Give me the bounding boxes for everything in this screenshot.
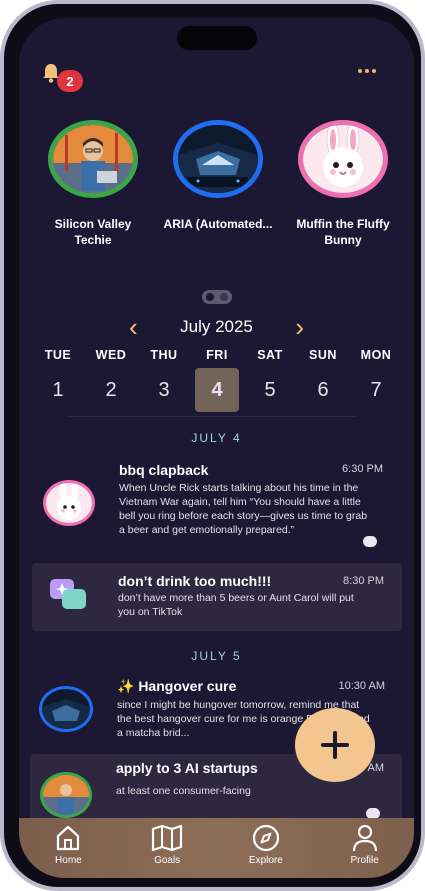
day-number: 6 <box>317 378 329 401</box>
day-name: SUN <box>309 348 337 362</box>
month-selector: ‹ July 2025 › <box>129 314 304 340</box>
bot-name: ARIA (Automated... <box>163 217 273 231</box>
notification-badge[interactable]: 2 <box>57 70 83 92</box>
chevron-left-icon[interactable]: ‹ <box>129 314 138 340</box>
app-screen: 2 Silicon Valley Techie ARIA (Automated.… <box>19 18 414 878</box>
bot-muffin[interactable]: Muffin the Fluffy Bunny <box>283 120 403 248</box>
day-sat[interactable]: SAT 5 <box>247 348 293 412</box>
bot-list: Silicon Valley Techie ARIA (Automated...… <box>33 120 403 248</box>
reminder-time: 8:30 PM <box>343 575 384 587</box>
home-icon <box>57 825 80 851</box>
day-number: 2 <box>105 378 117 401</box>
phone-bezel: 2 Silicon Valley Techie ARIA (Automated.… <box>4 4 421 887</box>
day-number: 4 <box>195 368 239 412</box>
chevron-right-icon[interactable]: › <box>295 314 304 340</box>
month-label: July 2025 <box>180 317 253 336</box>
day-name: TUE <box>44 348 72 362</box>
reminder-body: don’t have more than 5 beers or Aunt Car… <box>118 592 354 618</box>
reminder-item[interactable]: bbq clapback 6:30 PM When Uncle Rick sta… <box>33 456 401 556</box>
reminder-title: don’t drink too much!!! <box>118 573 272 589</box>
week-strip: TUE 1 WED 2 THU 3 FRI 4 SAT 5 SUN 6 MON 7 <box>35 348 399 412</box>
date-heading: JULY 5 <box>191 649 242 663</box>
day-number: 1 <box>52 378 64 401</box>
day-number: 3 <box>158 378 170 401</box>
add-button[interactable] <box>295 708 375 782</box>
bot-aria[interactable]: ARIA (Automated... <box>158 120 278 248</box>
nav-label: Explore <box>248 855 283 866</box>
day-mon[interactable]: MON 7 <box>353 348 399 412</box>
bunny-avatar <box>298 120 388 198</box>
date-heading: JULY 4 <box>191 431 242 445</box>
techie-avatar <box>48 120 138 198</box>
aria-avatar <box>39 686 93 732</box>
reminder-title: ✨ Hangover cure <box>117 678 237 694</box>
day-tue[interactable]: TUE 1 <box>35 348 81 412</box>
nav-label: Profile <box>350 855 379 866</box>
nav-explore[interactable]: Explore <box>231 818 301 878</box>
dynamic-island <box>177 26 257 50</box>
techie-avatar <box>40 772 92 818</box>
phone-frame: 2 Silicon Valley Techie ARIA (Automated.… <box>0 0 425 891</box>
person-icon <box>352 824 377 852</box>
nav-label: Home <box>55 855 82 866</box>
reminder-time: 10:30 AM <box>338 680 385 692</box>
chat-bubbles-icon <box>48 577 88 613</box>
reminder-body: at least one consumer-facing <box>116 785 251 797</box>
day-fri-selected[interactable]: FRI 4 <box>194 348 240 412</box>
nav-goals[interactable]: Goals <box>132 818 202 878</box>
bot-silicon-valley-techie[interactable]: Silicon Valley Techie <box>33 120 153 248</box>
reminder-title: bbq clapback <box>119 462 209 478</box>
aria-avatar <box>173 120 263 198</box>
divider <box>67 416 357 417</box>
day-name: SAT <box>257 348 283 362</box>
plus-icon <box>321 731 349 759</box>
day-name: FRI <box>206 348 228 362</box>
day-number: 5 <box>264 378 276 401</box>
nav-home[interactable]: Home <box>33 818 103 878</box>
view-toggle[interactable] <box>202 290 232 304</box>
reminder-time: 6:30 PM <box>342 463 383 475</box>
bottom-nav: Home Goals Explore Profile <box>19 818 414 878</box>
compass-icon <box>252 824 279 852</box>
day-name: MON <box>360 348 392 362</box>
day-thu[interactable]: THU 3 <box>141 348 187 412</box>
bunny-avatar <box>43 480 95 526</box>
reminder-item[interactable]: don’t drink too much!!! 8:30 PM don’t ha… <box>32 563 402 631</box>
day-wed[interactable]: WED 2 <box>88 348 134 412</box>
more-options-icon[interactable] <box>357 64 377 78</box>
day-number: 7 <box>370 378 382 401</box>
reminder-body: When Uncle Rick starts talking about his… <box>119 482 368 536</box>
nav-label: Goals <box>154 855 181 866</box>
map-icon <box>152 824 183 852</box>
nav-profile[interactable]: Profile <box>330 818 400 878</box>
day-sun[interactable]: SUN 6 <box>300 348 346 412</box>
bot-name: Silicon Valley Techie <box>54 217 132 247</box>
reminder-title: apply to 3 AI startups <box>116 760 258 776</box>
day-name: THU <box>150 348 178 362</box>
bot-name: Muffin the Fluffy Bunny <box>296 217 390 247</box>
day-name: WED <box>95 348 127 362</box>
chat-bubble-icon[interactable] <box>363 536 377 547</box>
